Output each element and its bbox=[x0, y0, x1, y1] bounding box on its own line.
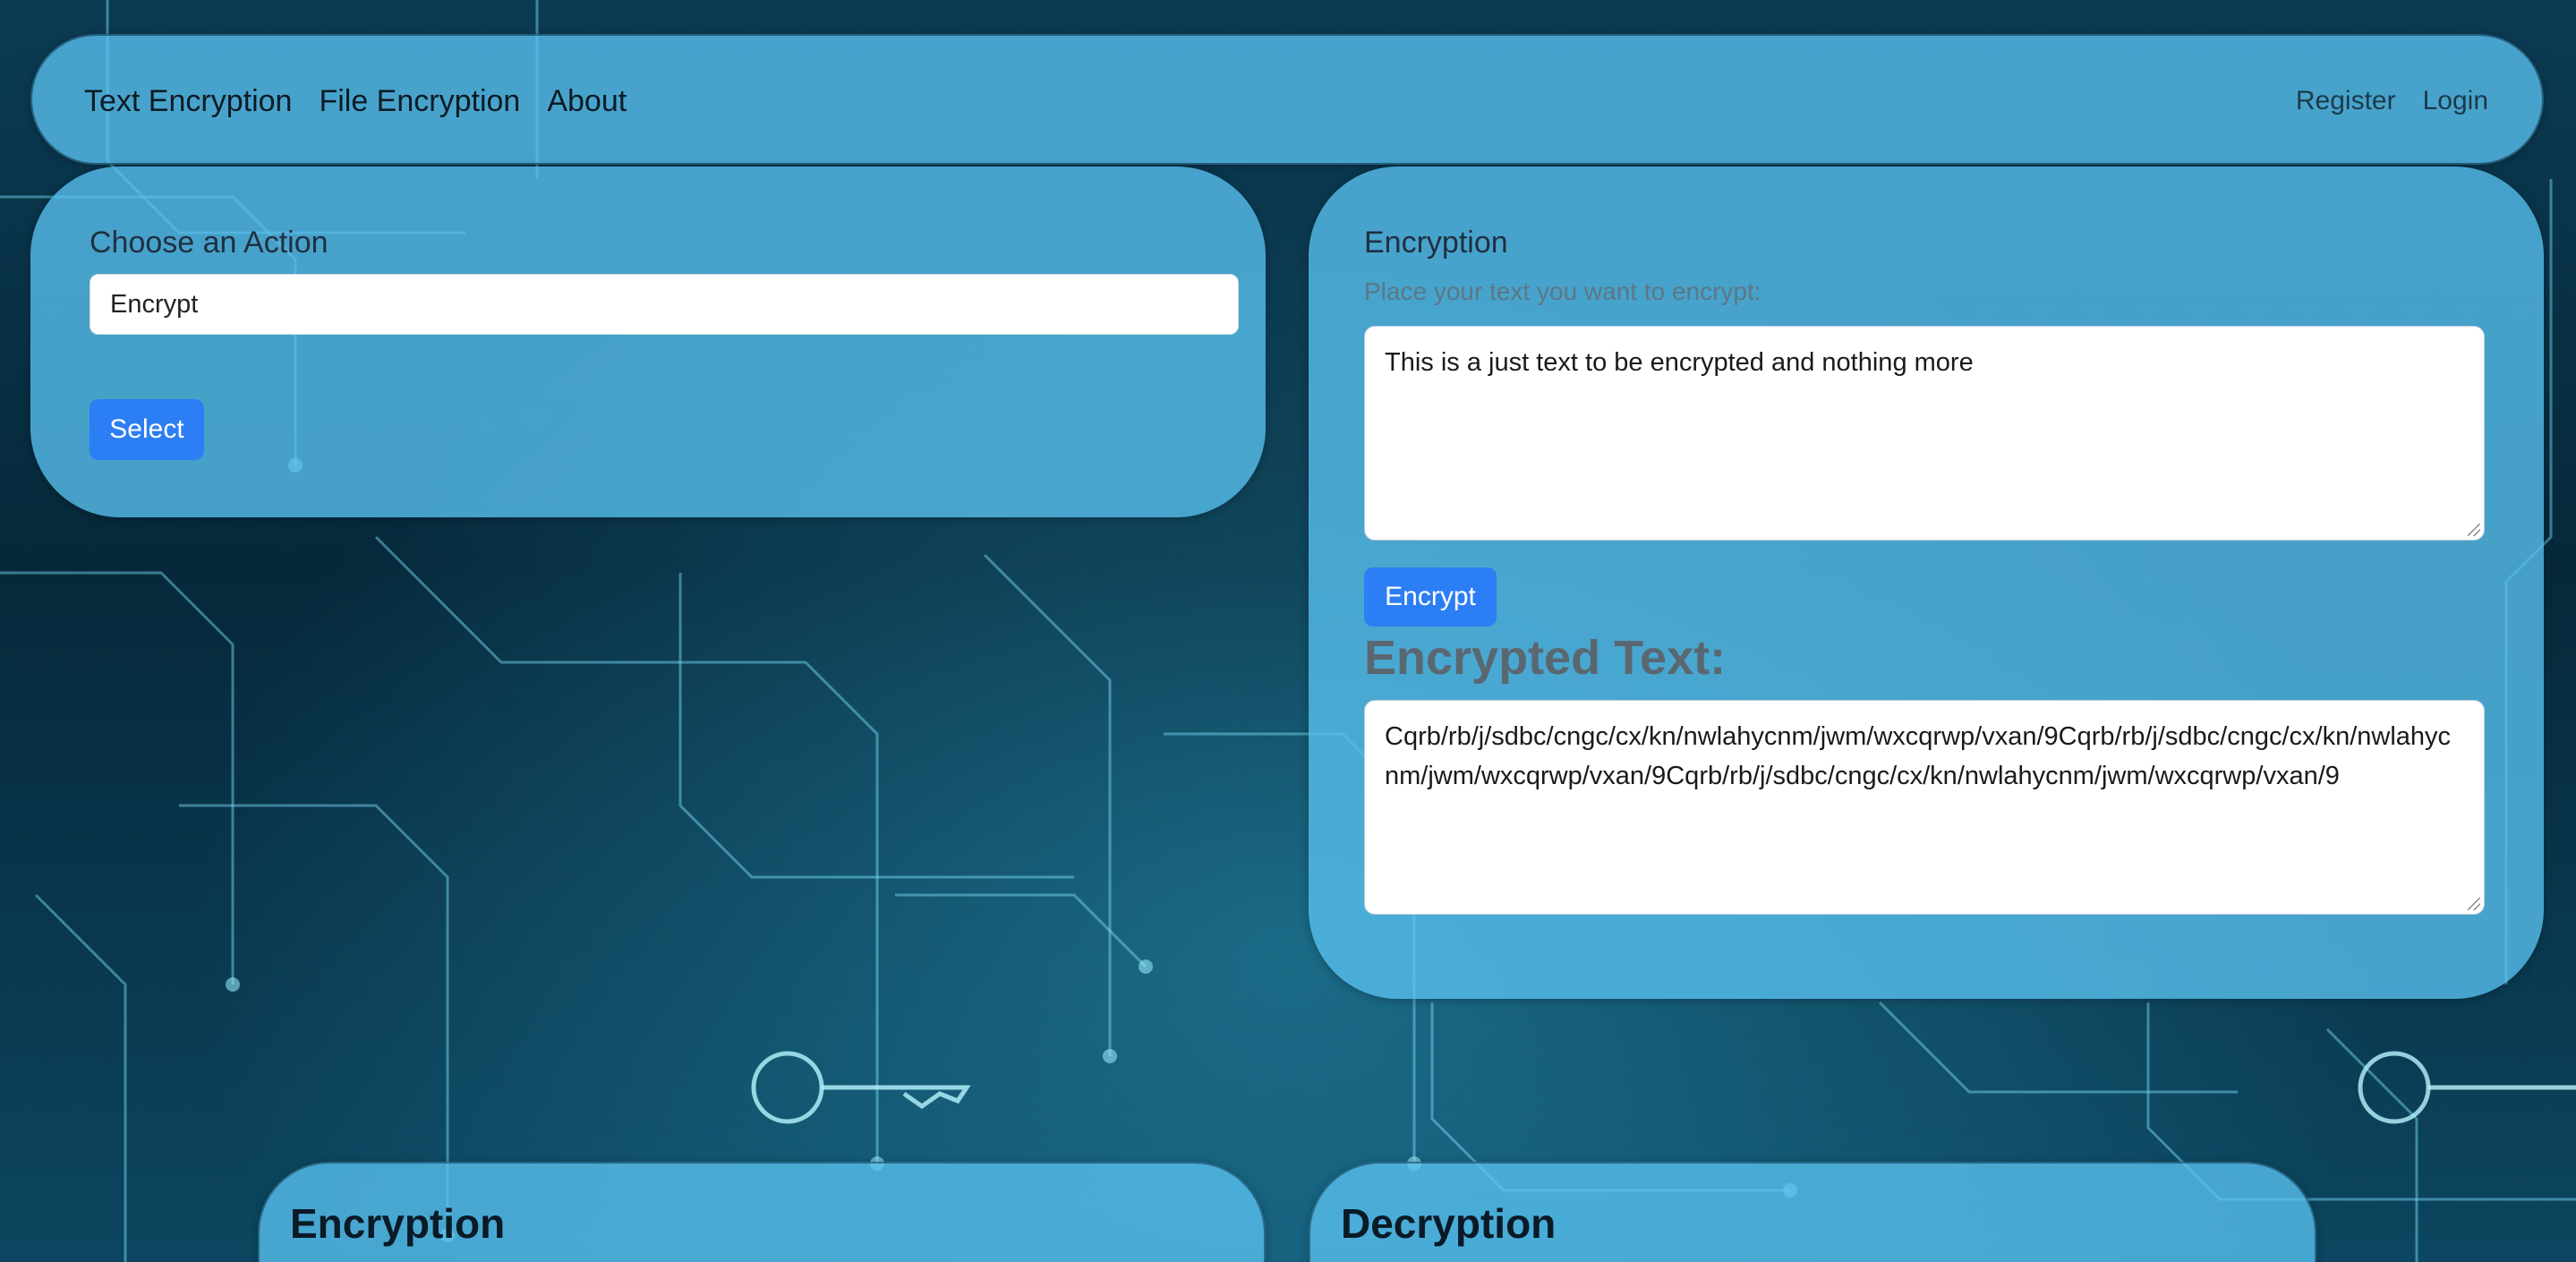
encrypt-button[interactable]: Encrypt bbox=[1364, 567, 1497, 627]
nav-link-text-encryption[interactable]: Text Encryption bbox=[84, 84, 292, 119]
ciphertext-textarea[interactable]: Cqrb/rb/j/sdbc/cngc/cx/kn/nwlahycnm/jwm/… bbox=[1364, 700, 2485, 915]
plaintext-value: This is a just text to be encrypted and … bbox=[1385, 348, 1974, 377]
action-select-value: Encrypt bbox=[110, 289, 199, 319]
action-panel: Choose an Action Encrypt Select bbox=[30, 166, 1266, 517]
resize-handle-icon[interactable] bbox=[2468, 524, 2480, 536]
nav-link-login[interactable]: Login bbox=[2423, 86, 2488, 116]
ciphertext-value: Cqrb/rb/j/sdbc/cngc/cx/kn/nwlahycnm/jwm/… bbox=[1385, 722, 2452, 790]
nav-link-register[interactable]: Register bbox=[2296, 86, 2396, 116]
resize-handle-icon[interactable] bbox=[2468, 898, 2480, 910]
encryption-heading: Encryption bbox=[1364, 226, 1508, 260]
select-button[interactable]: Select bbox=[90, 399, 204, 460]
decryption-info-card: Decryption bbox=[1309, 1162, 2316, 1262]
encryption-hint: Place your text you want to encrypt: bbox=[1364, 277, 1761, 305]
decryption-card-title: Decryption bbox=[1341, 1200, 1557, 1247]
nav-link-file-encryption[interactable]: File Encryption bbox=[319, 84, 520, 119]
plaintext-textarea[interactable]: This is a just text to be encrypted and … bbox=[1364, 326, 2485, 541]
key-icon bbox=[2358, 1051, 2576, 1124]
nav-left-group: Text Encryption File Encryption About bbox=[84, 36, 627, 166]
encrypted-text-heading: Encrypted Text: bbox=[1364, 631, 1727, 685]
key-icon bbox=[751, 1051, 971, 1124]
action-select[interactable]: Encrypt bbox=[90, 274, 1239, 335]
encryption-info-card: Encryption bbox=[258, 1162, 1266, 1262]
nav-link-about[interactable]: About bbox=[547, 84, 627, 119]
nav-right-group: Register Login bbox=[2296, 36, 2488, 166]
action-heading: Choose an Action bbox=[90, 226, 328, 260]
encryption-card-title: Encryption bbox=[290, 1200, 506, 1247]
navbar: Text Encryption File Encryption About Re… bbox=[30, 34, 2544, 165]
encryption-panel: Encryption Place your text you want to e… bbox=[1309, 166, 2544, 999]
